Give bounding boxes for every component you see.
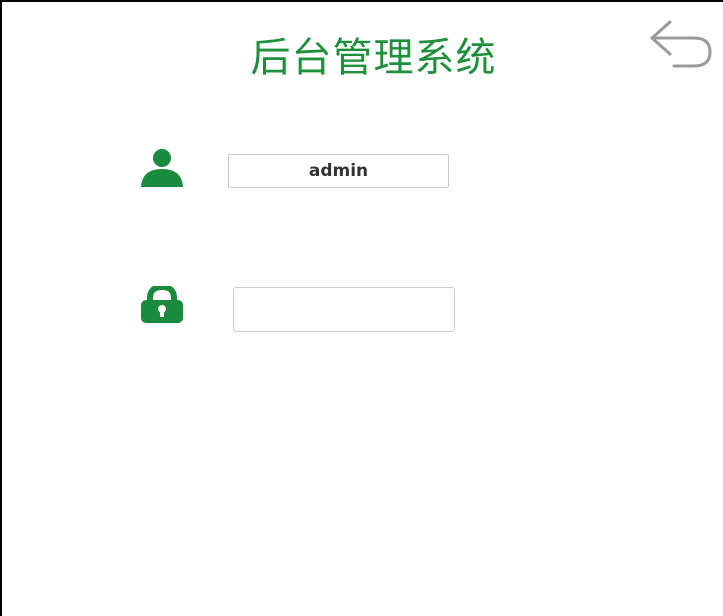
- back-button[interactable]: [644, 14, 714, 74]
- user-icon: [141, 149, 183, 187]
- back-arrow-icon: [650, 20, 712, 68]
- login-page: 后台管理系统: [0, 0, 723, 616]
- lock-icon: [140, 283, 184, 323]
- username-input[interactable]: [228, 154, 449, 188]
- page-title: 后台管理系统: [250, 35, 497, 81]
- password-input[interactable]: [233, 287, 455, 332]
